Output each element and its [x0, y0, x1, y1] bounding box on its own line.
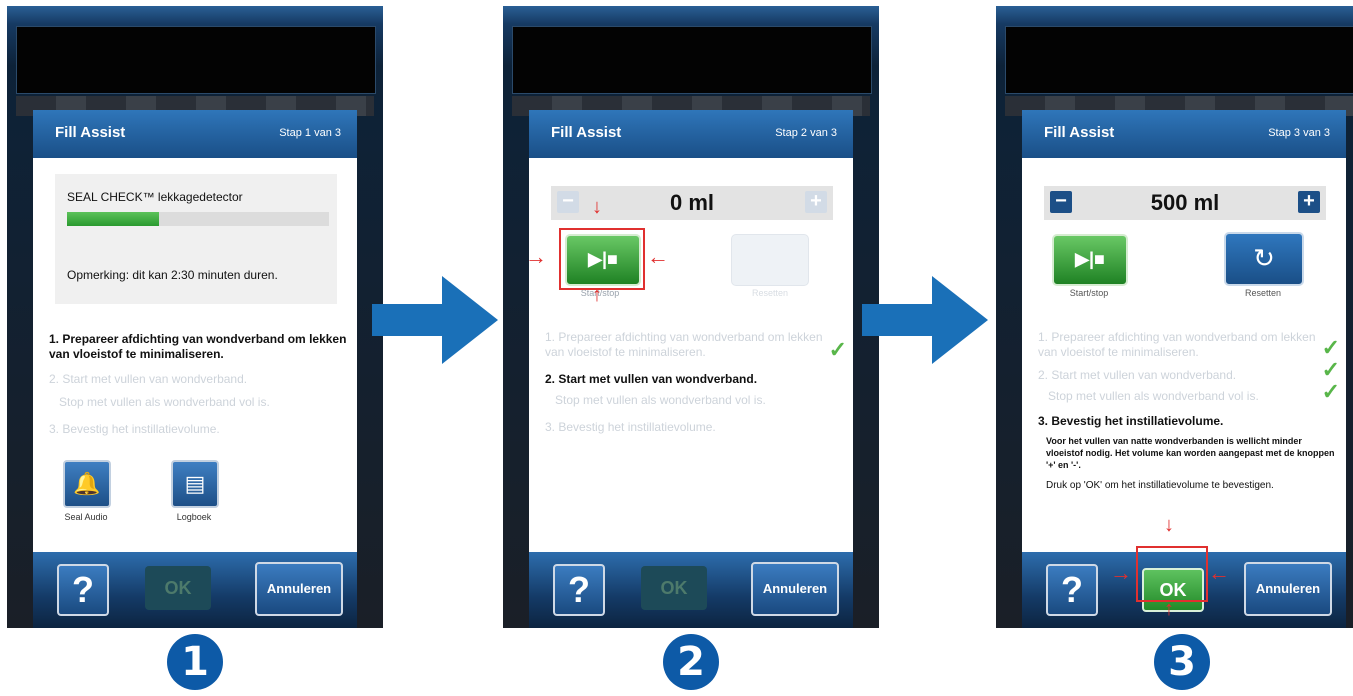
- ok-button[interactable]: OK: [641, 566, 707, 610]
- step-number-2: 2: [663, 634, 719, 690]
- dialog-footer: ? OK Annuleren: [529, 552, 853, 628]
- check-icon: ✓: [828, 337, 847, 362]
- display-bar: [512, 26, 872, 94]
- step-1: 1. Prepareer afdichting van wondverband …: [49, 332, 347, 362]
- arrow-left-icon: ←: [1208, 560, 1230, 585]
- log-icon: ▤: [184, 471, 206, 496]
- step-text: 2. Start met vullen van wondverband.: [1038, 368, 1237, 382]
- plus-button[interactable]: +: [1298, 191, 1320, 213]
- fill-assist-dialog: Fill Assist Stap 1 van 3 SEAL CHECK™ lek…: [33, 110, 357, 628]
- reset-icon: ↻: [1253, 243, 1275, 273]
- logbook-button[interactable]: ▤: [171, 460, 219, 508]
- highlight-box: [1136, 546, 1208, 602]
- flow-arrow-icon: [862, 276, 988, 364]
- step-2: 2. Start met vullen van wondverband. Sto…: [49, 372, 347, 410]
- duration-note: Opmerking: dit kan 2:30 minuten duren.: [67, 268, 278, 282]
- cancel-button[interactable]: Annuleren: [1244, 562, 1332, 616]
- step-2: 2. Start met vullen van wondverband. ✓ S…: [1038, 359, 1340, 404]
- step-list: 1. Prepareer afdichting van wondverband …: [49, 332, 347, 443]
- step-subtext: Stop met vullen als wondverband vol is.: [555, 393, 766, 407]
- step-indicator: Stap 1 van 3: [279, 127, 341, 139]
- step-text: 2. Start met vullen van wondverband.: [49, 372, 248, 386]
- reset-label: Resetten: [1244, 288, 1282, 298]
- start-stop-label: Start/stop: [1069, 288, 1109, 298]
- step-indicator: Stap 3 van 3: [1268, 127, 1330, 139]
- step-1: 1. Prepareer afdichting van wondverband …: [545, 330, 847, 361]
- reset-button[interactable]: ↻: [1224, 232, 1304, 286]
- highlight-box: [559, 228, 645, 290]
- seal-audio-label: Seal Audio: [64, 512, 108, 522]
- arrow-down-icon: ↓: [592, 196, 602, 218]
- display-bar: [16, 26, 376, 94]
- step-text: 1. Prepareer afdichting van wondverband …: [1038, 330, 1316, 359]
- device-screen-step-1: Fill Assist Stap 1 van 3 SEAL CHECK™ lek…: [7, 6, 383, 628]
- step-3: 3. Bevestig het instillatievolume.: [545, 420, 843, 435]
- step-text: 2. Start met vullen van wondverband.: [545, 372, 758, 386]
- check-icon: ✓: [1321, 335, 1340, 360]
- fill-assist-dialog: Fill Assist Stap 2 van 3 − 0 ml + ▶|■ St…: [525, 110, 853, 628]
- step-list: 1. Prepareer afdichting van wondverband …: [545, 330, 847, 441]
- dialog-title: Fill Assist: [55, 124, 126, 141]
- step-subtext: Stop met vullen als wondverband vol is.: [59, 395, 270, 409]
- step-text: 3. Bevestig het instillatievolume.: [545, 420, 716, 434]
- help-button[interactable]: ?: [57, 564, 109, 616]
- volume-value: 500 ml: [1150, 190, 1220, 215]
- start-stop-button[interactable]: ▶|■: [1052, 234, 1128, 286]
- step-text: 1. Prepareer afdichting van wondverband …: [545, 330, 823, 359]
- display-bar: [1005, 26, 1353, 94]
- arrow-right-icon: →: [525, 244, 547, 269]
- cancel-button[interactable]: Annuleren: [751, 562, 839, 616]
- seal-audio-button[interactable]: 🔔: [63, 460, 111, 508]
- reset-button[interactable]: [731, 234, 809, 286]
- check-icon: ✓: [1321, 379, 1340, 404]
- help-button[interactable]: ?: [1046, 564, 1098, 616]
- device-screen-step-3: Fill Assist Stap 3 van 3 − 500 ml + ▶|■ …: [996, 6, 1353, 628]
- volume-stepper: − 500 ml +: [1044, 186, 1326, 220]
- dialog-header: Fill Assist Stap 2 van 3: [529, 110, 853, 158]
- seal-check-label: SEAL CHECK™ lekkagedetector: [67, 190, 243, 204]
- step-text: 3. Bevestig het instillatievolume.: [49, 422, 220, 436]
- step-3: 3. Bevestig het instillatievolume.: [1038, 414, 1336, 429]
- cancel-button[interactable]: Annuleren: [255, 562, 343, 616]
- logbook-label: Logboek: [176, 512, 212, 522]
- seal-progress-bar: [67, 212, 329, 226]
- step-number-3: 3: [1154, 634, 1210, 690]
- step-1: 1. Prepareer afdichting van wondverband …: [1038, 330, 1340, 360]
- confirm-text: Druk op 'OK' om het instillatievolume te…: [1046, 480, 1274, 491]
- arrow-down-icon: ↓: [1164, 514, 1174, 536]
- dialog-header: Fill Assist Stap 1 van 3: [33, 110, 357, 158]
- reset-label: Resetten: [751, 288, 789, 298]
- seal-progress-fill: [67, 212, 159, 226]
- plus-button[interactable]: +: [805, 191, 827, 213]
- info-text: Voor het vullen van natte wondverbanden …: [1046, 436, 1335, 470]
- step-text: 3. Bevestig het instillatievolume.: [1038, 414, 1224, 428]
- bell-icon: 🔔: [73, 471, 101, 496]
- arrow-up-icon: ↑: [1164, 598, 1174, 620]
- flow-arrow-icon: [372, 276, 498, 364]
- help-button[interactable]: ?: [553, 564, 605, 616]
- device-screen-step-2: Fill Assist Stap 2 van 3 − 0 ml + ▶|■ St…: [503, 6, 879, 628]
- step-number-1: 1: [167, 634, 223, 690]
- arrow-up-icon: ↑: [592, 284, 602, 306]
- check-icon: ✓: [1321, 357, 1340, 382]
- dialog-header: Fill Assist Stap 3 van 3: [1022, 110, 1346, 158]
- step-subtext: Stop met vullen als wondverband vol is.: [1048, 389, 1259, 403]
- dialog-title: Fill Assist: [1044, 124, 1115, 141]
- arrow-right-icon: →: [1110, 560, 1132, 585]
- step-list: 1. Prepareer afdichting van wondverband …: [1038, 330, 1340, 492]
- dialog-footer: ? OK Annuleren: [33, 552, 357, 628]
- ok-button[interactable]: OK: [145, 566, 211, 610]
- step-indicator: Stap 2 van 3: [775, 127, 837, 139]
- arrow-left-icon: ←: [647, 244, 669, 269]
- step-text: 1. Prepareer afdichting van wondverband …: [49, 332, 347, 361]
- step-3: 3. Bevestig het instillatievolume.: [49, 422, 347, 437]
- fill-assist-dialog: Fill Assist Stap 3 van 3 − 500 ml + ▶|■ …: [1022, 110, 1346, 628]
- dialog-title: Fill Assist: [551, 124, 622, 141]
- seal-check-panel: SEAL CHECK™ lekkagedetector Opmerking: d…: [55, 174, 337, 304]
- step-2: 2. Start met vullen van wondverband. Sto…: [545, 372, 843, 408]
